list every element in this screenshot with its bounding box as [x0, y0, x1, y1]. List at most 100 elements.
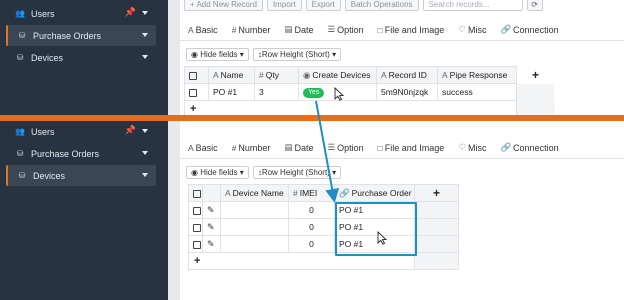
- users-icon: 👥: [15, 127, 25, 136]
- column-header-purchase-order[interactable]: 🔗 Purchase Order: [334, 184, 415, 202]
- calendar-icon: ▤: [284, 24, 293, 34]
- tab-option[interactable]: ☰ Option: [327, 142, 363, 153]
- select-all-checkbox[interactable]: [188, 184, 203, 202]
- chevron-down-icon[interactable]: [142, 11, 148, 15]
- tab-date[interactable]: ▤ Date: [284, 24, 313, 35]
- sidebar-item-purchase-orders[interactable]: ⛁ Purchase Orders: [6, 25, 156, 46]
- hash-icon: #: [231, 24, 237, 35]
- column-label: Record ID: [388, 70, 427, 80]
- file-icon: □: [377, 24, 383, 35]
- tab-connection[interactable]: 🔗 Connection: [500, 24, 558, 35]
- select-all-checkbox[interactable]: [184, 66, 209, 84]
- tab-misc[interactable]: ♡ Misc: [458, 142, 486, 153]
- eye-icon: ◉: [191, 168, 201, 177]
- edit-row-cell[interactable]: ✎: [202, 201, 221, 219]
- hide-fields-button[interactable]: ◉ Hide fields ▾: [186, 166, 249, 179]
- row-checkbox[interactable]: [184, 83, 209, 101]
- chevron-down-icon[interactable]: [142, 173, 148, 177]
- row-checkbox[interactable]: [188, 201, 203, 219]
- tab-date[interactable]: ▤ Date: [284, 142, 313, 153]
- cell-qty[interactable]: 3: [254, 83, 299, 101]
- tab-option[interactable]: ☰ Option: [327, 24, 363, 35]
- hash-icon: #: [293, 188, 298, 198]
- text-icon: A: [225, 188, 231, 198]
- column-header-imei[interactable]: # IMEI: [288, 184, 335, 202]
- empty-cell: [414, 201, 459, 219]
- sidebar-item-label: Purchase Orders: [33, 30, 102, 41]
- hide-fields-button[interactable]: ◉ Hide fields ▾: [186, 48, 249, 61]
- pin-icon[interactable]: 📌: [125, 7, 136, 18]
- column-header-pipe-response[interactable]: A Pipe Response: [437, 66, 517, 84]
- tab-label: File and Image: [384, 24, 445, 35]
- cell-record-id[interactable]: 5m9N0njzqk: [376, 83, 438, 101]
- yes-button[interactable]: Yes: [303, 88, 325, 98]
- cell-imei[interactable]: 0: [288, 201, 335, 219]
- import-button[interactable]: Import: [266, 0, 302, 11]
- tab-number[interactable]: # Number: [232, 25, 271, 35]
- row-checkbox[interactable]: [188, 218, 203, 236]
- eye-icon: ◉: [191, 50, 201, 59]
- pencil-icon[interactable]: ✎: [207, 222, 215, 232]
- tab-connection[interactable]: 🔗 Connection: [500, 142, 558, 153]
- chevron-down-icon[interactable]: [142, 33, 148, 37]
- cell-device-name[interactable]: [220, 201, 289, 219]
- cell-pipe-response[interactable]: success: [437, 83, 517, 101]
- column-header-qty[interactable]: # Qty: [254, 66, 299, 84]
- add-row: +: [188, 252, 459, 270]
- cell-device-name[interactable]: [220, 235, 289, 253]
- button-label: Row Height (Short): [261, 50, 330, 59]
- link-icon: 🔗: [339, 187, 350, 198]
- chevron-down-icon[interactable]: [142, 129, 148, 133]
- text-icon: A: [442, 70, 448, 80]
- chevron-down-icon[interactable]: [142, 151, 148, 155]
- column-header-device-name[interactable]: A Device Name: [220, 184, 289, 202]
- tab-basic[interactable]: A Basic: [188, 25, 218, 35]
- tab-label: File and Image: [384, 142, 445, 153]
- tab-basic[interactable]: A Basic: [188, 143, 218, 153]
- sidebar-item-users[interactable]: 👥 Users 📌: [6, 121, 156, 142]
- heart-icon: ♡: [458, 24, 466, 34]
- sidebar-item-devices[interactable]: ⛁ Devices: [6, 47, 156, 68]
- chevron-down-icon[interactable]: [142, 55, 148, 59]
- cell-imei[interactable]: 0: [288, 218, 335, 236]
- tab-misc[interactable]: ♡ Misc: [458, 24, 486, 35]
- add-column-button[interactable]: +: [414, 184, 459, 202]
- row-height-button[interactable]: ↕ Row Height (Short) ▾: [252, 48, 342, 61]
- pencil-icon[interactable]: ✎: [207, 205, 215, 215]
- export-button[interactable]: Export: [305, 0, 341, 11]
- edit-row-cell[interactable]: ✎: [202, 218, 221, 236]
- sidebar-item-users[interactable]: 👥 Users 📌: [6, 3, 156, 24]
- pencil-icon[interactable]: ✎: [207, 239, 215, 249]
- cell-imei[interactable]: 0: [288, 235, 335, 253]
- database-icon: ⛁: [18, 171, 26, 180]
- tab-number[interactable]: # Number: [232, 143, 271, 153]
- pin-icon[interactable]: 📌: [125, 125, 136, 136]
- list-icon: ☰: [327, 142, 336, 152]
- fields-bar: ◉ Hide fields ▾ ↕ Row Height (Short) ▾: [186, 48, 342, 62]
- sidebar-item-devices[interactable]: ⛁ Devices: [6, 165, 156, 186]
- empty-cell: [414, 252, 459, 270]
- tab-label: Misc: [467, 24, 487, 35]
- add-column-button[interactable]: +: [516, 66, 555, 84]
- cell-name[interactable]: PO #1: [208, 83, 255, 101]
- bottom-screenshot-panel: 👥 Users 📌 ⛁ Purchase Orders ⛁ Devices AB…: [0, 118, 624, 300]
- add-record-button[interactable]: + Add New Record: [184, 0, 263, 11]
- main-content: A Basic # Number ▤ Date ☰ Option □ File and I…: [180, 118, 624, 300]
- row-checkbox[interactable]: [188, 235, 203, 253]
- column-header-name[interactable]: A Name: [208, 66, 255, 84]
- batch-operations-button[interactable]: Batch Operations: [344, 0, 419, 11]
- calendar-icon: ▤: [284, 142, 293, 152]
- column-label: Pipe Response: [449, 70, 508, 80]
- row-height-button[interactable]: ↕ Row Height (Short) ▾: [252, 166, 342, 179]
- cell-device-name[interactable]: [220, 218, 289, 236]
- edit-row-cell[interactable]: ✎: [202, 235, 221, 253]
- tab-file-and-image[interactable]: □ File and Image: [378, 25, 445, 35]
- sidebar-item-purchase-orders[interactable]: ⛁ Purchase Orders: [6, 143, 156, 164]
- column-header-record-id[interactable]: A Record ID: [376, 66, 438, 84]
- tab-file-and-image[interactable]: □ File and Image: [378, 143, 445, 153]
- records-table: A Name # Qty ◉ Create Devices A Record ID AP…: [184, 66, 555, 118]
- tab-label: Connection: [513, 24, 559, 35]
- refresh-icon[interactable]: ⟳: [526, 0, 543, 11]
- column-header-create-devices[interactable]: ◉ Create Devices: [298, 66, 377, 84]
- search-input[interactable]: Search records...: [422, 0, 523, 11]
